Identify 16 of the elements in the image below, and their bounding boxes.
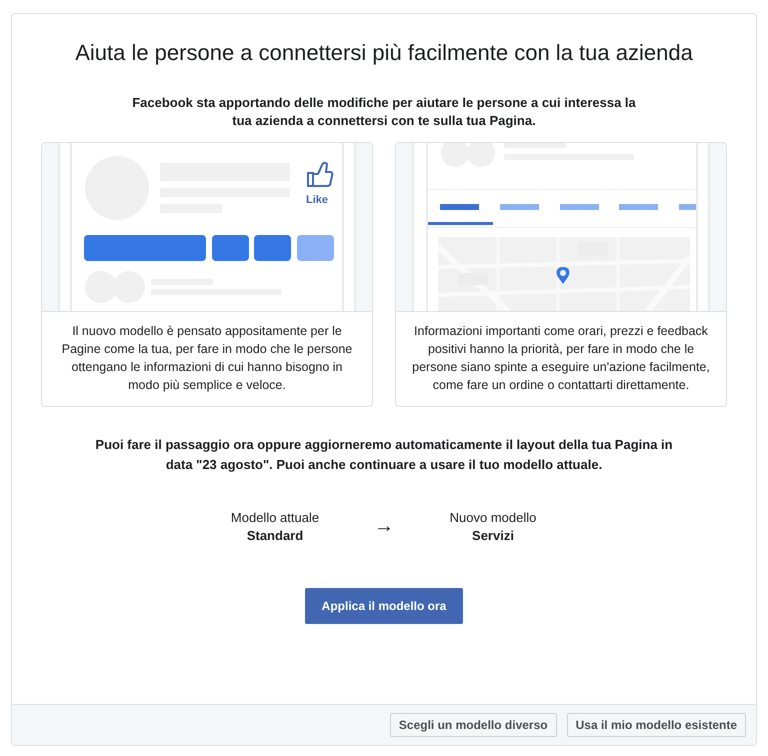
- notice-text: Puoi fare il passaggio ora oppure aggiorneremo automaticamente il layout della tua Pagina in data "23 agosto". Puoi anche continuare a usare il tuo modello attuale.: [94, 436, 674, 474]
- footer-button[interactable]: Scegli un modello diverso: [390, 713, 557, 737]
- model-label: Nuovo modello: [450, 510, 536, 525]
- like-label: Like: [306, 194, 328, 206]
- arrow-glyph: →: [374, 515, 394, 538]
- dialog-title: Aiuta le persone a connettersi più facilmente con la tua azienda: [75, 40, 693, 66]
- panel-description: Informazioni importanti come orari, prezzi e feedback positivi hanno la priorità, per fare in modo che le persone siano spinte a eseguire un'azione facilmente, come fare un ordine o contattarti direttamente.: [411, 323, 711, 394]
- footer-button[interactable]: Usa il mio modello esistente: [566, 713, 746, 737]
- model-label: Modello attuale: [230, 510, 320, 525]
- map-pin-icon: [556, 267, 570, 284]
- panel-description: Il nuovo modello è pensato appositamente per le Pagine come la tua, per fare in modo che le persone ottengano le informazioni di cui hanno bisogno in modo più semplice e veloce.: [60, 323, 354, 394]
- model-name: Standard: [246, 528, 304, 543]
- intro-text: Facebook sta apportando delle modifiche per aiutare le persone a cui interessa la tua azienda a connettersi con te sulla tua Pagina.: [131, 94, 637, 130]
- thumbs-up-icon: [307, 162, 334, 187]
- model-name: Servizi: [472, 528, 514, 543]
- apply-button[interactable]: Applica il modello ora: [304, 588, 464, 624]
